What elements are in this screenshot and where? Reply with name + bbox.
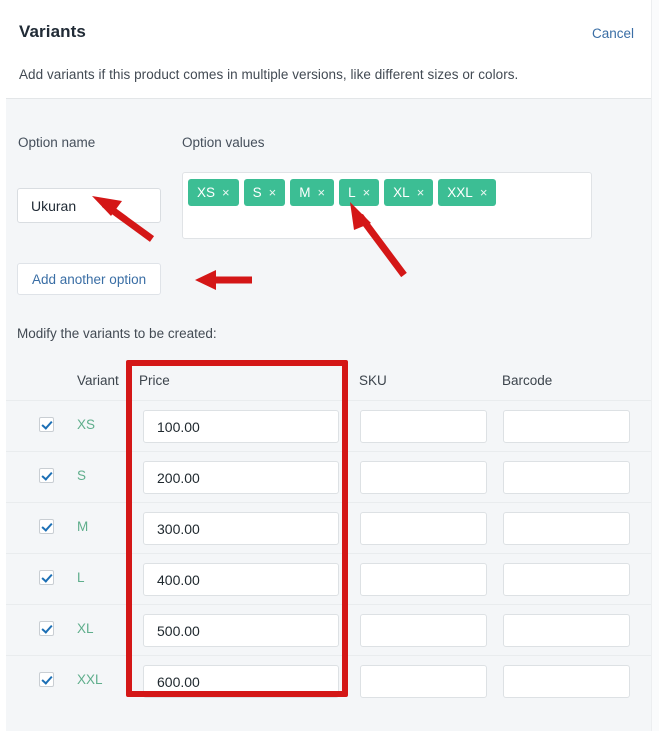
column-header-variant: Variant <box>77 373 119 388</box>
table-row: XXL <box>6 655 651 706</box>
column-header-price: Price <box>139 373 170 388</box>
option-name-label: Option name <box>18 135 96 150</box>
table-row: S <box>6 451 651 502</box>
barcode-input[interactable] <box>503 563 630 596</box>
variants-page: Variants Cancel Add variants if this pro… <box>0 0 659 731</box>
checkbox-checked-icon[interactable] <box>39 672 54 687</box>
table-header-row: Variant Price SKU Barcode <box>6 361 651 400</box>
variant-label: XXL <box>77 672 103 687</box>
table-row: XS <box>6 400 651 451</box>
chip-remove-icon[interactable]: × <box>269 186 277 199</box>
chip-label: XL <box>393 185 410 200</box>
cancel-link[interactable]: Cancel <box>592 26 634 41</box>
chip-M[interactable]: M × <box>290 179 335 206</box>
price-input[interactable] <box>143 512 339 545</box>
add-another-option-label: Add another option <box>32 271 147 287</box>
column-header-barcode: Barcode <box>502 373 553 388</box>
row-checkbox[interactable] <box>39 468 54 483</box>
checkbox-checked-icon[interactable] <box>39 468 54 483</box>
row-checkbox[interactable] <box>39 519 54 534</box>
page-right-rail <box>651 0 659 731</box>
checkbox-checked-icon[interactable] <box>39 519 54 534</box>
option-values-label: Option values <box>182 135 265 150</box>
chip-label: XS <box>197 185 216 200</box>
variant-label: M <box>77 519 89 534</box>
chip-remove-icon[interactable]: × <box>317 186 325 199</box>
barcode-input[interactable] <box>503 512 630 545</box>
sku-input[interactable] <box>360 461 487 494</box>
checkbox-checked-icon[interactable] <box>39 417 54 432</box>
page-subtitle: Add variants if this product comes in mu… <box>19 67 519 82</box>
table-caption: Modify the variants to be created: <box>17 326 217 341</box>
barcode-input[interactable] <box>503 410 630 443</box>
price-input[interactable] <box>143 563 339 596</box>
chip-XXL[interactable]: XXL × <box>438 179 497 206</box>
chip-L[interactable]: L × <box>339 179 380 206</box>
chip-XL[interactable]: XL × <box>384 179 434 206</box>
row-checkbox[interactable] <box>39 417 54 432</box>
chip-label: L <box>348 185 356 200</box>
price-input[interactable] <box>143 410 339 443</box>
variant-label: XS <box>77 417 96 432</box>
sku-input[interactable] <box>360 665 487 698</box>
page-title: Variants <box>19 22 86 41</box>
checkbox-checked-icon[interactable] <box>39 570 54 585</box>
variants-header-card: Variants Cancel Add variants if this pro… <box>6 0 651 99</box>
price-input[interactable] <box>143 665 339 698</box>
price-input[interactable] <box>143 461 339 494</box>
sku-input[interactable] <box>360 563 487 596</box>
checkbox-checked-icon[interactable] <box>39 621 54 636</box>
chip-remove-icon[interactable]: × <box>417 186 425 199</box>
sku-input[interactable] <box>360 614 487 647</box>
sku-input[interactable] <box>360 410 487 443</box>
option-values-chip-row: XS × S × M × L × XL × XXL × <box>188 179 591 206</box>
add-another-option-button[interactable]: Add another option <box>17 263 162 295</box>
variants-table: Variant Price SKU Barcode XS S M <box>6 361 651 706</box>
chip-remove-icon[interactable]: × <box>363 186 371 199</box>
variant-label: S <box>77 468 87 483</box>
table-row: XL <box>6 604 651 655</box>
chip-label: S <box>252 185 262 200</box>
sku-input[interactable] <box>360 512 487 545</box>
row-checkbox[interactable] <box>39 672 54 687</box>
option-name-input[interactable] <box>17 188 161 223</box>
table-row: L <box>6 553 651 604</box>
chip-XS[interactable]: XS × <box>188 179 239 206</box>
row-checkbox[interactable] <box>39 570 54 585</box>
barcode-input[interactable] <box>503 614 630 647</box>
barcode-input[interactable] <box>503 665 630 698</box>
chip-label: XXL <box>447 185 473 200</box>
chip-remove-icon[interactable]: × <box>480 186 488 199</box>
chip-remove-icon[interactable]: × <box>222 186 230 199</box>
table-row: M <box>6 502 651 553</box>
column-header-sku: SKU <box>359 373 387 388</box>
barcode-input[interactable] <box>503 461 630 494</box>
variant-label: L <box>77 570 85 585</box>
row-checkbox[interactable] <box>39 621 54 636</box>
option-values-field[interactable]: XS × S × M × L × XL × XXL × <box>182 172 592 239</box>
chip-S[interactable]: S × <box>243 179 286 206</box>
variant-label: XL <box>77 621 94 636</box>
chip-label: M <box>299 185 311 200</box>
arrow-to-add-another-option <box>195 270 252 290</box>
price-input[interactable] <box>143 614 339 647</box>
